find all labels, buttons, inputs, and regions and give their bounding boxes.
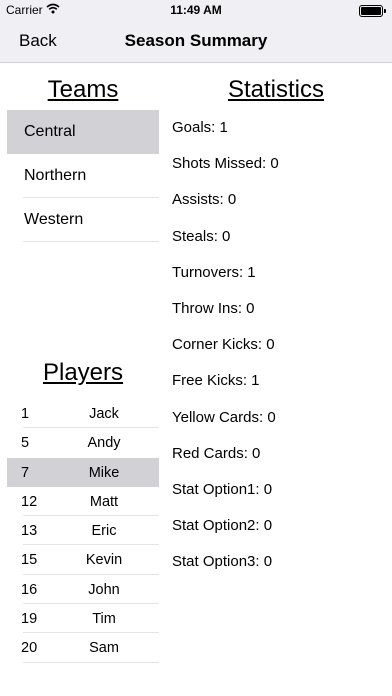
stat-assists: Assists: 0 xyxy=(172,191,237,209)
stat-shots-missed: Shots Missed: 0 xyxy=(172,155,279,173)
stat-steals: Steals: 0 xyxy=(172,227,231,245)
player-row[interactable]: 16 John xyxy=(7,575,159,605)
stat-option-1: Stat Option1: 0 xyxy=(172,480,273,498)
battery-icon xyxy=(359,5,386,17)
player-name: Sam xyxy=(89,640,119,657)
team-label: Northern xyxy=(24,167,87,184)
statistics-list: Goals: 1 Shots Missed: 0 Assists: 0 Stea… xyxy=(172,110,384,580)
player-row[interactable]: 5 Andy xyxy=(7,428,159,457)
status-bar: Carrier 11:49 AM xyxy=(0,0,392,20)
player-name: Andy xyxy=(87,435,121,452)
player-name: John xyxy=(88,581,120,598)
stat-throw-ins: Throw Ins: 0 xyxy=(172,299,255,317)
stat-yellow-cards: Yellow Cards: 0 xyxy=(172,408,276,426)
statistics-heading: Statistics xyxy=(227,76,325,103)
player-row[interactable]: 19 Tim xyxy=(7,604,159,634)
team-row-western[interactable]: Western xyxy=(7,198,159,242)
team-label: Western xyxy=(24,211,84,228)
player-name: Tim xyxy=(92,611,116,628)
player-row[interactable]: 12 Matt xyxy=(7,487,159,517)
stat-goals: Goals: 1 xyxy=(172,119,228,136)
player-row[interactable]: 1 Jack xyxy=(7,399,159,429)
stat-option-3: Stat Option3: 0 xyxy=(172,553,273,571)
stat-option-2: Stat Option2: 0 xyxy=(172,517,273,535)
player-row[interactable]: 20 Sam xyxy=(7,633,159,663)
player-name: Eric xyxy=(91,523,117,540)
stat-corner-kicks: Corner Kicks: 0 xyxy=(172,336,275,354)
stat-red-cards: Red Cards: 0 xyxy=(172,444,261,462)
player-row[interactable]: 13 Eric xyxy=(7,516,159,546)
row-divider xyxy=(23,241,159,242)
player-row[interactable]: 15 Kevin xyxy=(7,545,159,575)
stat-free-kicks: Free Kicks: 1 xyxy=(172,372,260,390)
player-name: Matt xyxy=(89,493,119,510)
team-row-northern[interactable]: Northern xyxy=(7,154,159,198)
team-label: Central xyxy=(24,123,76,140)
row-divider xyxy=(23,661,159,663)
players-list: 1 Jack 5 Andy 7 Mike 12 Matt 13 Eric 15 … xyxy=(7,399,159,663)
page-title: Season Summary xyxy=(124,31,268,50)
players-heading: Players xyxy=(42,359,124,386)
team-row-central[interactable]: Central xyxy=(7,110,159,154)
stat-turnovers: Turnovers: 1 xyxy=(172,263,256,281)
status-time: 11:49 AM xyxy=(170,3,222,17)
teams-list: Central Northern Western xyxy=(7,110,159,242)
player-name: Mike xyxy=(88,464,120,481)
player-row-selected[interactable]: 7 Mike xyxy=(7,457,159,487)
navigation-bar: Back Season Summary xyxy=(0,20,392,63)
player-name: Jack xyxy=(89,406,119,422)
teams-heading: Teams xyxy=(47,76,119,103)
player-name: Kevin xyxy=(85,552,123,569)
